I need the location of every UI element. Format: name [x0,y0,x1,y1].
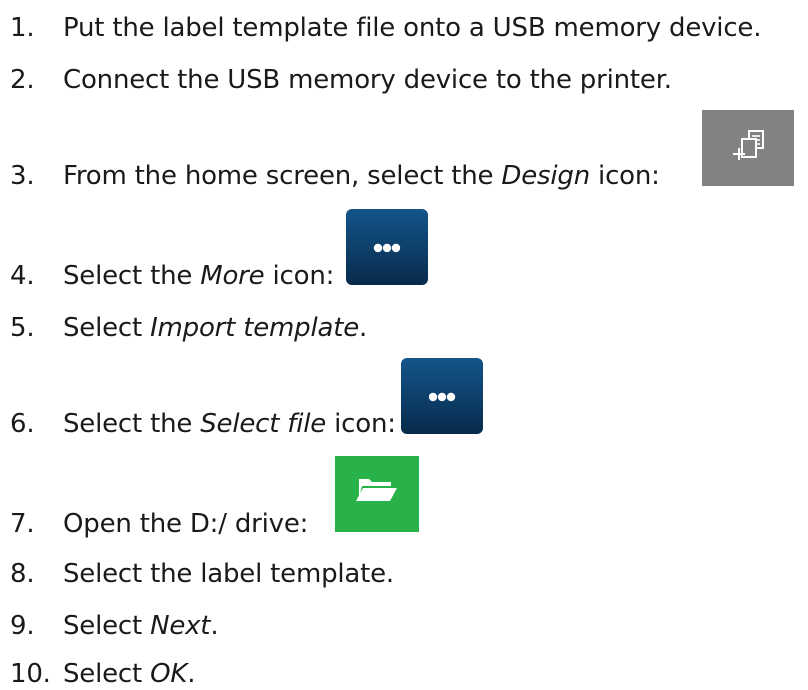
step-number: 9. [10,611,35,641]
step-text: icon: [326,409,396,439]
folder-icon [335,456,419,532]
step-1: 1. Put the label template file onto a USB… [10,12,761,44]
step-emphasis: Import template [150,313,360,343]
step-text: . [187,659,196,689]
step-text: icon: [589,161,660,191]
step-number: 1. [10,13,35,43]
step-number: 10. [10,659,51,689]
step-text: Select [63,313,151,343]
step-text: . [210,611,219,641]
step-8: 8. Select the label template. [10,558,394,590]
step-2: 2. Connect the USB memory device to the p… [10,64,672,96]
step-text: Put the label template file onto a USB m… [63,13,762,43]
step-number: 6. [10,409,35,439]
step-text: Select [63,659,151,689]
step-number: 4. [10,261,35,291]
step-number: 7. [10,509,35,539]
step-3: 3. From the home screen, select the Desig… [10,160,660,192]
step-text: Select the [63,409,201,439]
step-text: Select the [63,261,201,291]
step-text: Connect the USB memory device to the pri… [63,65,672,95]
step-number: 2. [10,65,35,95]
step-4: 4. Select the More icon: [10,260,334,292]
step-9: 9. Select Next. [10,610,219,642]
step-6: 6. Select the Select file icon: [10,408,396,440]
step-text: From the home screen, select the [63,161,502,191]
step-text: icon: [264,261,335,291]
step-emphasis: More [200,261,265,291]
step-7: 7. Open the D:/ drive: [10,508,308,540]
step-10: 10. Select OK. [10,658,195,690]
step-text: Select the label template. [63,559,394,589]
step-emphasis: Select file [200,409,327,439]
step-emphasis: OK [150,659,188,689]
step-5: 5. Select Import template. [10,312,367,344]
step-number: 3. [10,161,35,191]
design-icon [702,110,794,186]
step-emphasis: Design [501,161,590,191]
step-emphasis: Next [150,611,211,641]
step-text: Open the D:/ drive: [63,509,309,539]
step-text: . [359,313,368,343]
step-text: Select [63,611,151,641]
select-file-icon [401,358,483,434]
step-number: 5. [10,313,35,343]
more-icon [346,209,428,285]
step-number: 8. [10,559,35,589]
